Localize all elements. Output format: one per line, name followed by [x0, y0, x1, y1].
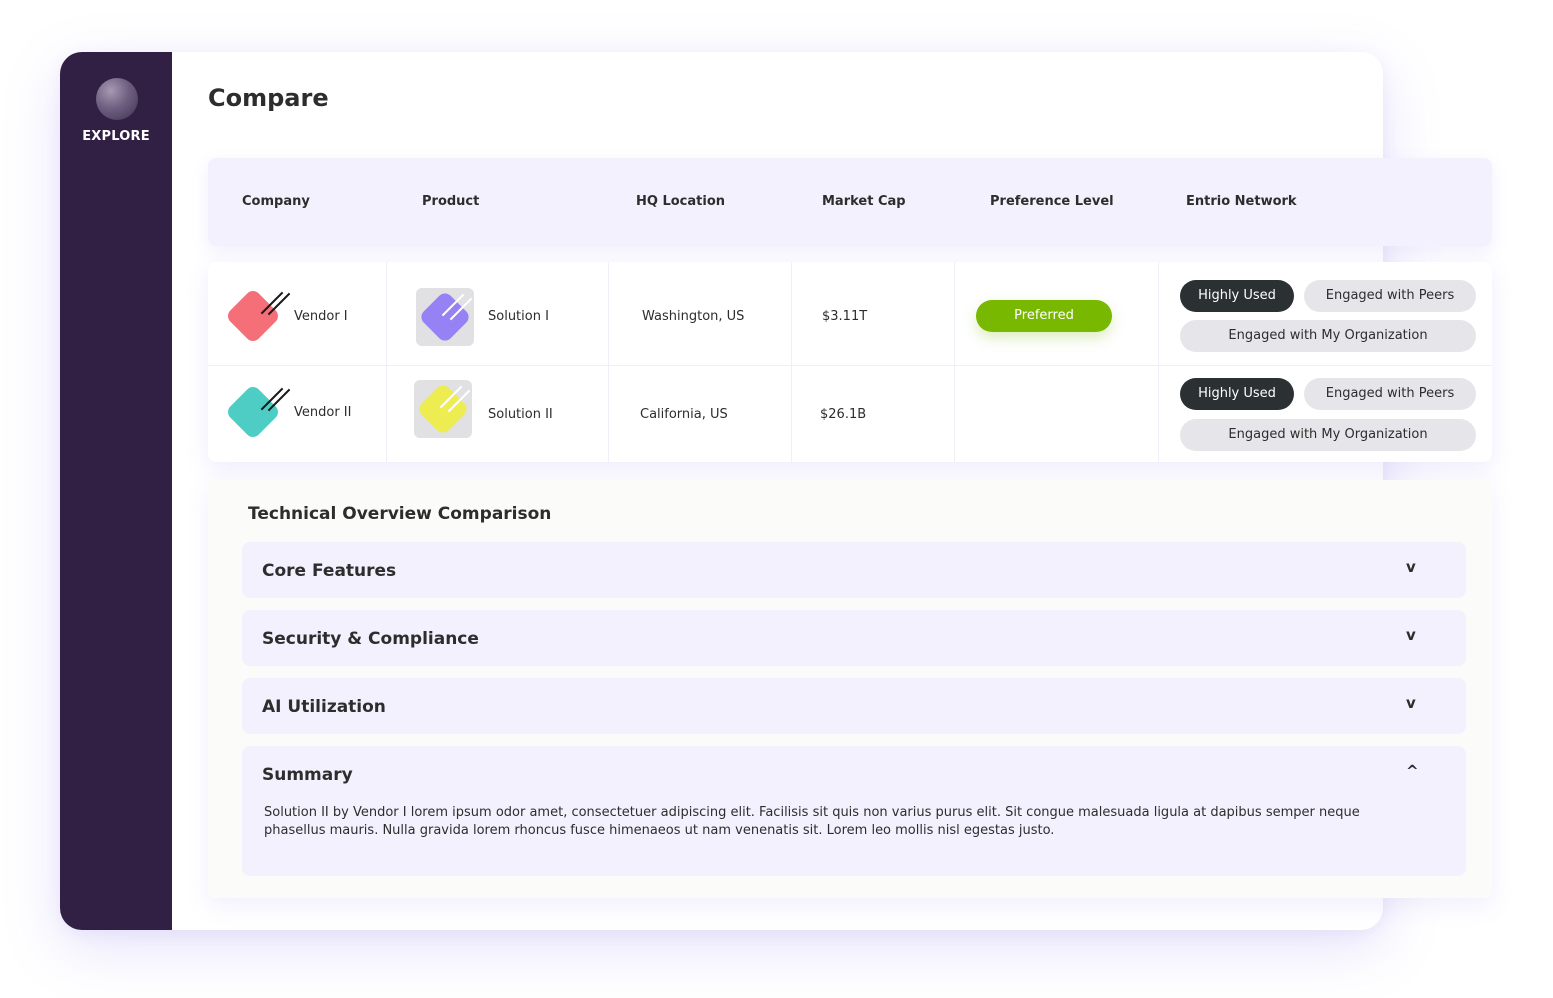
header-market-cap: Market Cap — [822, 194, 906, 209]
technical-overview-panel: Technical Overview Comparison Core Featu… — [208, 480, 1492, 898]
chip-highly-used[interactable]: Highly Used — [1180, 378, 1294, 410]
accordion-summary[interactable]: Summary ^ Solution II by Vendor I lorem … — [242, 746, 1466, 876]
market-cap: $26.1B — [820, 407, 867, 422]
explore-avatar-icon[interactable] — [96, 78, 138, 120]
chip-engaged-with-peers[interactable]: Engaged with Peers — [1304, 280, 1476, 312]
hq-location: California, US — [640, 407, 728, 422]
header-hq-location: HQ Location — [636, 194, 726, 209]
market-cap: $3.11T — [822, 309, 868, 324]
vendor-logo-icon — [224, 287, 282, 345]
chevron-down-icon[interactable]: v — [1406, 694, 1416, 712]
product-name[interactable]: Solution I — [488, 309, 549, 324]
chip-engaged-with-my-organization[interactable]: Engaged with My Organization — [1180, 320, 1476, 352]
header-product: Product — [422, 194, 480, 209]
accordion-label: Security & Compliance — [262, 629, 479, 649]
product-name[interactable]: Solution II — [488, 407, 553, 422]
header-company: Company — [242, 194, 310, 209]
company-name[interactable]: Vendor I — [294, 309, 348, 324]
preference-badge: Preferred — [976, 300, 1112, 332]
accordion-core-features[interactable]: Core Features v — [242, 542, 1466, 598]
accordion-label: Summary — [262, 765, 353, 785]
chip-highly-used[interactable]: Highly Used — [1180, 280, 1294, 312]
hq-location: Washington, US — [642, 309, 745, 324]
chevron-down-icon[interactable]: v — [1406, 558, 1416, 576]
chip-engaged-with-peers[interactable]: Engaged with Peers — [1304, 378, 1476, 410]
header-entrio-network: Entrio Network — [1186, 194, 1297, 209]
technical-overview-title: Technical Overview Comparison — [248, 504, 552, 524]
page-title: Compare — [208, 84, 329, 112]
table-row[interactable]: Vendor I Solution I Washington, US $3.11… — [208, 262, 1492, 366]
accordion-label: Core Features — [262, 561, 397, 581]
accordion-ai-utilization[interactable]: AI Utilization v — [242, 678, 1466, 734]
accordion-security-compliance[interactable]: Security & Compliance v — [242, 610, 1466, 666]
chip-engaged-with-my-organization[interactable]: Engaged with My Organization — [1180, 419, 1476, 451]
comparison-table: Vendor I Solution I Washington, US $3.11… — [208, 262, 1492, 462]
table-row[interactable]: Vendor II Solution II California, US $26… — [208, 366, 1492, 462]
table-header: Company Product HQ Location Market Cap P… — [208, 158, 1492, 246]
accordion-label: AI Utilization — [262, 697, 386, 717]
header-preference-level: Preference Level — [990, 194, 1114, 209]
sidebar-explore-label[interactable]: EXPLORE — [60, 129, 172, 144]
chevron-up-icon[interactable]: ^ — [1406, 762, 1419, 780]
company-name[interactable]: Vendor II — [294, 405, 351, 420]
summary-text: Solution II by Vendor I lorem ipsum odor… — [264, 805, 1360, 838]
chevron-down-icon[interactable]: v — [1406, 626, 1416, 644]
sidebar: EXPLORE — [60, 52, 172, 930]
vendor-logo-icon — [224, 383, 282, 441]
